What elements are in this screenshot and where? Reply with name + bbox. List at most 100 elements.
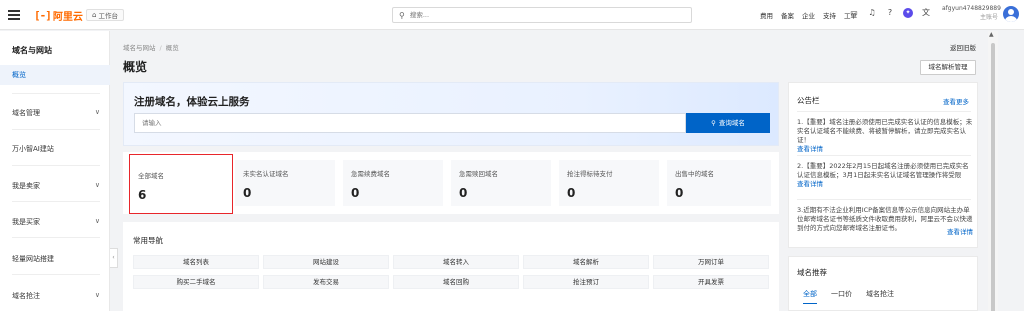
breadcrumb-separator: / <box>159 44 162 52</box>
stat-label: 抢注得标待支付 <box>567 170 613 178</box>
sidebar-divider <box>12 165 100 166</box>
user-info[interactable]: afgyun4748829889 主账号 <box>942 5 1001 21</box>
screen-icon[interactable]: ▭ <box>849 8 859 18</box>
stat-label: 急需续费域名 <box>351 170 390 178</box>
nav-website-build[interactable]: 网站建设 <box>263 255 389 269</box>
sidebar-collapse-toggle[interactable]: ‹ <box>110 248 118 268</box>
top-link-enterprise[interactable]: 企业 <box>802 10 815 20</box>
scroll-up-arrow-icon[interactable]: ▲ <box>989 31 994 38</box>
logo-text: 阿里云 <box>52 11 83 23</box>
sidebar-item-seller[interactable]: 我是卖家 ∨ <box>12 181 100 191</box>
sidebar-item-ai-site[interactable]: 万小智AI建站 <box>12 144 100 154</box>
top-bar: [-] 阿里云 ⌂ 工作台 ⚲ 费用 备案 企业 支持 工单 ▭ ♫ ? ✦ 文… <box>0 0 1024 30</box>
stat-unverified-domains[interactable]: 未实名认证域名 0 <box>243 164 343 206</box>
sidebar-item-label: 我是买家 <box>12 218 40 226</box>
sidebar-item-domain-backorder[interactable]: 域名抢注 ∨ <box>12 291 100 301</box>
chevron-down-icon: ∨ <box>94 181 100 189</box>
stat-label: 全部域名 <box>138 172 164 180</box>
chevron-down-icon: ∨ <box>94 108 100 116</box>
workbench-label: 工作台 <box>98 12 118 20</box>
sidebar-item-buyer[interactable]: 我是买家 ∨ <box>12 217 100 227</box>
query-domain-label: 查询域名 <box>718 119 745 127</box>
page-scrollbar[interactable]: ▲ <box>988 31 998 311</box>
top-link-support[interactable]: 支持 <box>823 10 836 20</box>
dns-management-button[interactable]: 域名解析管理 <box>920 60 976 75</box>
tab-fixed-price[interactable]: 一口价 <box>831 289 852 304</box>
sidebar-divider <box>12 274 100 275</box>
stat-value: 0 <box>675 186 684 200</box>
top-icons: ▭ ♫ ? ✦ 文 <box>849 8 939 18</box>
nav-backorder-reserve[interactable]: 抢注预订 <box>523 275 649 289</box>
bell-icon[interactable]: ♫ <box>867 8 877 18</box>
tab-all[interactable]: 全部 <box>803 289 817 304</box>
sidebar-item-domain-management[interactable]: 域名管理 ∨ <box>12 108 100 118</box>
stat-backorder-unpaid[interactable]: 抢注得标待支付 0 <box>567 164 667 206</box>
avatar[interactable] <box>1003 6 1019 22</box>
tab-backorder[interactable]: 域名抢注 <box>866 289 894 304</box>
nav-domain-dns[interactable]: 域名解析 <box>523 255 649 269</box>
recommend-title: 域名推荐 <box>797 268 827 277</box>
chevron-down-icon: ∨ <box>94 217 100 225</box>
help-icon[interactable]: ? <box>885 8 895 18</box>
announcement-item: 1.【重要】域名注册必须使用已完成实名认证的信息模板；未实名认证域名不能续费、将… <box>797 118 973 154</box>
account-role: 主账号 <box>979 14 998 21</box>
stat-value: 0 <box>567 186 576 200</box>
stat-value: 0 <box>459 186 468 200</box>
sidebar-item-light-site[interactable]: 轻量网站搭建 <box>12 254 100 264</box>
back-to-old-version-link[interactable]: 返回旧版 <box>950 42 976 52</box>
breadcrumb-current: 概览 <box>165 44 179 52</box>
sidebar-divider <box>12 93 100 94</box>
announcement-detail-link[interactable]: 查看详情 <box>947 228 973 236</box>
query-domain-button[interactable]: ⚲ 查询域名 <box>686 113 770 133</box>
sidebar-item-label: 轻量网站搭建 <box>12 255 54 263</box>
logo-mark: [-] <box>34 8 52 22</box>
announcement-detail-link[interactable]: 查看详情 <box>797 145 823 153</box>
stat-renewal-urgent[interactable]: 急需续费域名 0 <box>351 164 451 206</box>
sidebar-title: 域名与网站 <box>12 46 52 55</box>
nav-orders[interactable]: 万网订单 <box>653 255 769 269</box>
register-domain-card: 注册域名，体验云上服务 ⚲查询域名 <box>123 82 779 146</box>
breadcrumb-parent[interactable]: 域名与网站 <box>123 44 156 52</box>
home-icon: ⌂ <box>92 11 97 19</box>
scrollbar-thumb[interactable] <box>991 43 995 311</box>
register-title: 注册域名，体验云上服务 <box>134 96 250 108</box>
stat-label: 未实名认证域名 <box>243 170 289 178</box>
nav-domain-transfer[interactable]: 域名转入 <box>393 255 519 269</box>
announcement-panel: 公告栏 查看更多 1.【重要】域名注册必须使用已完成实名认证的信息模板；未实名认… <box>788 82 978 248</box>
workbench-button[interactable]: ⌂ 工作台 <box>86 9 124 21</box>
sidebar-item-label: 我是卖家 <box>12 182 40 190</box>
chevron-down-icon: ∨ <box>94 291 100 299</box>
sidebar-item-label: 概览 <box>12 71 26 79</box>
stat-value: 6 <box>138 188 147 202</box>
language-icon[interactable]: 文 <box>921 8 931 18</box>
top-link-filing[interactable]: 备案 <box>781 10 794 20</box>
domain-recommend-panel: 域名推荐 全部 一口价 域名抢注 <box>788 256 978 311</box>
stat-on-sale[interactable]: 出售中的域名 0 <box>675 164 775 206</box>
announcement-item: 2.【重要】2022年2月15日起域名注册必须使用已完成实名认证信息模板；3月1… <box>797 162 973 189</box>
nav-domain-list[interactable]: 域名列表 <box>133 255 259 269</box>
global-search[interactable]: ⚲ <box>392 7 692 23</box>
menu-icon[interactable] <box>8 10 20 20</box>
announcement-title: 公告栏 <box>797 96 820 105</box>
announcement-text: 2.【重要】2022年2月15日起域名注册必须使用已完成实名认证信息模板；3月1… <box>797 162 969 179</box>
domain-search-input[interactable] <box>134 113 686 133</box>
announcement-more-link[interactable]: 查看更多 <box>943 96 969 106</box>
global-search-input[interactable] <box>409 11 670 19</box>
nav-invoice[interactable]: 开具发票 <box>653 275 769 289</box>
nav-domain-buyback[interactable]: 域名回购 <box>393 275 519 289</box>
panel-divider <box>797 155 971 156</box>
page-title: 概览 <box>123 60 148 74</box>
stat-redeem-urgent[interactable]: 急需赎回域名 0 <box>459 164 559 206</box>
panel-divider <box>797 111 971 112</box>
search-icon: ⚲ <box>399 10 405 20</box>
ai-assistant-icon[interactable]: ✦ <box>903 8 913 18</box>
top-link-fees[interactable]: 费用 <box>760 10 773 20</box>
sidebar-item-overview[interactable]: 概览 <box>0 65 110 85</box>
stat-all-domains[interactable]: 全部域名 6 <box>129 154 233 214</box>
aliyun-logo[interactable]: [-] 阿里云 <box>34 8 83 23</box>
nav-publish-trade[interactable]: 发布交易 <box>263 275 389 289</box>
announcement-detail-link[interactable]: 查看详情 <box>797 180 823 188</box>
stat-value: 0 <box>243 186 252 200</box>
nav-buy-secondhand[interactable]: 购买二手域名 <box>133 275 259 289</box>
quick-nav-card: 常用导航 域名列表 网站建设 域名转入 域名解析 万网订单 购买二手域名 发布交… <box>123 222 779 311</box>
